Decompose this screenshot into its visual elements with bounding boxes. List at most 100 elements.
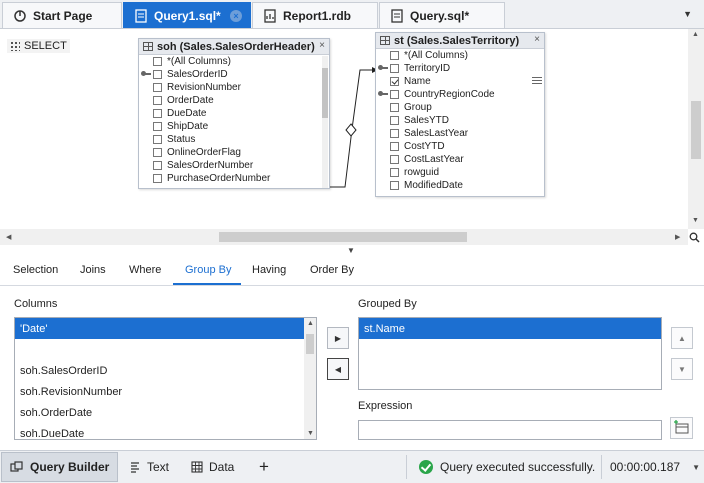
column-checkbox[interactable] [390, 103, 399, 112]
join-connector[interactable] [0, 29, 704, 229]
scroll-right-icon[interactable]: ▶ [675, 233, 680, 241]
column-row[interactable]: Name [376, 75, 544, 88]
add-view-button[interactable]: + [259, 451, 269, 483]
tab-order-by[interactable]: Order By [310, 264, 354, 276]
text-tab[interactable]: Text [129, 451, 169, 483]
move-up-button[interactable]: ▲ [671, 327, 693, 349]
data-tab[interactable]: Data [191, 451, 234, 483]
table-title[interactable]: st (Sales.SalesTerritory) × [376, 33, 544, 49]
list-item[interactable]: soh.RevisionNumber [15, 381, 316, 402]
column-checkbox[interactable] [153, 83, 162, 92]
grouped-by-list[interactable]: st.Name [358, 317, 662, 390]
column-row[interactable]: rowguid [376, 166, 544, 179]
diagram-vertical-scrollbar[interactable]: ▲ ▼ [688, 29, 704, 229]
tab-query-sql[interactable]: Query.sql* [379, 2, 505, 28]
table-sales-territory[interactable]: st (Sales.SalesTerritory) × *(All Column… [375, 32, 545, 197]
column-row[interactable]: *(All Columns) [376, 49, 544, 62]
diagram-horizontal-scrollbar[interactable]: ◀ ▶ [0, 229, 688, 245]
tab-having[interactable]: Having [252, 264, 286, 276]
tab-group-by[interactable]: Group By [185, 264, 231, 276]
column-checkbox[interactable] [390, 51, 399, 60]
column-row[interactable]: Group [376, 101, 544, 114]
list-item[interactable]: soh.DueDate [15, 423, 316, 440]
column-row[interactable]: RevisionNumber [139, 81, 329, 94]
column-checkbox[interactable] [153, 109, 162, 118]
column-row[interactable]: SalesOrderNumber [139, 159, 329, 172]
column-checkbox[interactable] [153, 70, 162, 79]
scroll-up-icon[interactable]: ▲ [307, 320, 314, 327]
column-row[interactable]: OrderDate [139, 94, 329, 107]
close-icon[interactable]: × [534, 34, 540, 45]
column-checkbox[interactable] [153, 122, 162, 131]
column-checkbox[interactable] [390, 142, 399, 151]
tab-list-dropdown-icon[interactable]: ▼ [683, 9, 692, 19]
tab-query1-sql[interactable]: Query1.sql* × [123, 2, 251, 28]
column-checkbox[interactable] [153, 161, 162, 170]
scroll-up-icon[interactable]: ▲ [692, 31, 699, 38]
tab-where[interactable]: Where [129, 264, 161, 276]
tab-label: Start Page [33, 8, 93, 23]
zoom-icon[interactable] [689, 232, 700, 243]
column-checkbox[interactable] [390, 181, 399, 190]
column-checkbox[interactable] [390, 77, 399, 86]
move-down-button[interactable]: ▼ [671, 358, 693, 380]
column-row[interactable]: ModifiedDate [376, 179, 544, 192]
columns-list[interactable]: 'Date' soh.SalesOrderID soh.RevisionNumber… [14, 317, 317, 440]
column-checkbox[interactable] [390, 64, 399, 73]
scroll-thumb[interactable] [322, 68, 328, 118]
column-row[interactable]: TerritoryID [376, 62, 544, 75]
table-title[interactable]: soh (Sales.SalesOrderHeader) × [139, 39, 329, 55]
scroll-left-icon[interactable]: ◀ [6, 233, 11, 241]
column-row[interactable]: *(All Columns) [139, 55, 329, 68]
tab-start-page[interactable]: Start Page [2, 2, 122, 28]
column-row[interactable]: CostLastYear [376, 153, 544, 166]
remove-from-group-button[interactable]: ◀ [327, 358, 349, 380]
list-icon[interactable] [532, 77, 542, 85]
table-scrollbar[interactable] [322, 56, 328, 188]
column-row[interactable]: SalesOrderID [139, 68, 329, 81]
list-item[interactable]: soh.SalesOrderID [15, 360, 316, 381]
column-checkbox[interactable] [153, 174, 162, 183]
tab-close-icon[interactable]: × [230, 10, 242, 22]
column-row[interactable]: PurchaseOrderNumber [139, 172, 329, 185]
column-name: SalesOrderID [167, 69, 228, 80]
column-row[interactable]: Status [139, 133, 329, 146]
columns-list-scrollbar[interactable]: ▲ ▼ [304, 318, 316, 439]
column-checkbox[interactable] [390, 90, 399, 99]
column-row[interactable]: ShipDate [139, 120, 329, 133]
list-item[interactable] [15, 339, 316, 360]
close-icon[interactable]: × [319, 40, 325, 51]
query-builder-tab[interactable]: Query Builder [1, 452, 119, 482]
list-item[interactable]: st.Name [359, 318, 661, 339]
list-item[interactable]: soh.OrderDate [15, 402, 316, 423]
column-row[interactable]: CostYTD [376, 140, 544, 153]
column-checkbox[interactable] [390, 116, 399, 125]
scroll-down-icon[interactable]: ▼ [307, 430, 314, 437]
scroll-thumb[interactable] [691, 101, 701, 159]
add-to-group-button[interactable]: ▶ [327, 327, 349, 349]
elapsed-time[interactable]: 00:00:00.187 ▼ [610, 451, 700, 483]
column-row[interactable]: CountryRegionCode [376, 88, 544, 101]
column-checkbox[interactable] [153, 57, 162, 66]
column-checkbox[interactable] [390, 168, 399, 177]
column-checkbox[interactable] [153, 96, 162, 105]
tab-report1-rdb[interactable]: Report1.rdb [252, 2, 378, 28]
column-checkbox[interactable] [390, 129, 399, 138]
query-diagram[interactable]: SELECT soh (Sales.SalesOrderHeader) × *(… [0, 29, 704, 245]
column-row[interactable]: SalesYTD [376, 114, 544, 127]
list-item[interactable]: 'Date' [15, 318, 316, 339]
column-checkbox[interactable] [390, 155, 399, 164]
expression-input[interactable] [358, 420, 662, 440]
column-row[interactable]: OnlineOrderFlag [139, 146, 329, 159]
expression-builder-button[interactable] [670, 417, 693, 439]
column-row[interactable]: SalesLastYear [376, 127, 544, 140]
column-row[interactable]: DueDate [139, 107, 329, 120]
tab-joins[interactable]: Joins [80, 264, 106, 276]
scroll-thumb[interactable] [219, 232, 467, 242]
column-checkbox[interactable] [153, 135, 162, 144]
scroll-down-icon[interactable]: ▼ [692, 217, 699, 224]
column-checkbox[interactable] [153, 148, 162, 157]
scroll-thumb[interactable] [306, 334, 314, 354]
table-sales-order-header[interactable]: soh (Sales.SalesOrderHeader) × *(All Col… [138, 38, 330, 189]
tab-selection[interactable]: Selection [13, 264, 58, 276]
